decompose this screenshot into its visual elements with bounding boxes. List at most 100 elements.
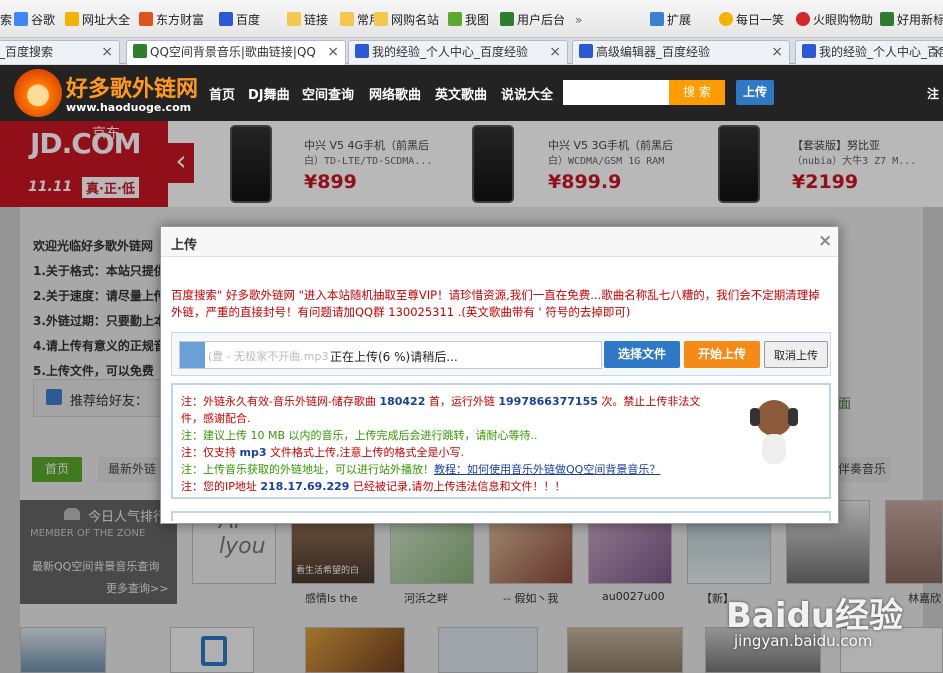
- nav-item[interactable]: 说说大全: [501, 84, 553, 103]
- tab-label: 我的经验_个人中心_百度经验: [372, 45, 529, 59]
- site-header: 好多歌外链网 www.haoduoge.com 搜 索 上传 注 首页 DJ舞曲空…: [0, 65, 943, 121]
- note-bold: mp3: [239, 446, 267, 459]
- bookmark-item[interactable]: 火眼购物助: [796, 10, 873, 30]
- baidu-watermark: Baidu经验 jingyan.baidu.com: [726, 588, 936, 668]
- upload-dialog: 上传 × 百度搜索" 好多歌外链网 "进入本站随机抽取至尊VIP！请珍惜资源,我…: [160, 226, 839, 524]
- baidu-paw-icon: [802, 44, 816, 58]
- notes-list: 注：外链永久有效-音乐外链网-储存歌曲 180422 首，运行外链 199786…: [181, 393, 700, 495]
- dialog-warning-text: 百度搜索" 好多歌外链网 "进入本站随机抽取至尊VIP！请珍惜资源,我们一直在免…: [171, 288, 820, 319]
- note-line: 注：上传音乐获取的外链地址，可以进行站外播放！教程：如何使用音乐外链做QQ空间背…: [181, 461, 700, 478]
- baidu-paw-icon: [133, 44, 147, 58]
- bookmark-item[interactable]: 网购名站: [374, 10, 439, 30]
- browser-tab[interactable]: 我的经验_个人中心_百度经验×: [795, 40, 943, 64]
- site-search-button[interactable]: 搜 索: [669, 80, 725, 105]
- browser-tab[interactable]: _百度搜索 ×: [0, 40, 120, 64]
- globe-icon: [65, 12, 79, 26]
- leaf-icon: [448, 12, 462, 26]
- note-text: 注：建议上传 10 MB 以内的音乐，上传完成后会进行跳转，请耐心等待..: [181, 429, 538, 442]
- tab-close-icon[interactable]: ×: [771, 41, 783, 63]
- note-text: 文件格式上传,注意上传的格式全是小写.: [266, 446, 464, 459]
- baidu-paw-icon: [219, 12, 233, 26]
- note-line: 注：外链永久有效-音乐外链网-储存歌曲 180422 首，运行外链 199786…: [181, 393, 700, 410]
- bookmark-item[interactable]: 我图: [448, 10, 489, 30]
- bookmark-label: 火眼购物助: [813, 13, 874, 27]
- note-bold: 180422: [379, 395, 426, 408]
- bookmark-item[interactable]: 用户后台: [500, 10, 565, 30]
- bookmark-label: 我图: [465, 13, 490, 27]
- grid-icon: [500, 12, 514, 26]
- note-text: 注：您的IP地址: [181, 480, 261, 493]
- tab-close-icon[interactable]: ×: [327, 41, 339, 63]
- baidu-paw-icon: [579, 44, 593, 58]
- bookmark-item[interactable]: 扩展: [650, 10, 691, 30]
- bookmark-item[interactable]: 网址大全: [65, 10, 130, 30]
- bookmark-label: 用户后台: [517, 13, 566, 27]
- site-upload-button[interactable]: 上传: [736, 80, 774, 105]
- note-text: 件，感谢配合.: [181, 412, 251, 425]
- note-line: 件，感谢配合.: [181, 410, 700, 427]
- bookmark-label: 每日一笑: [736, 13, 785, 27]
- monkey-mascot-icon: [750, 400, 798, 464]
- note-line: 注：仅支持 mp3 文件格式上传,注意上传的格式全是小写.: [181, 444, 700, 461]
- smile-icon: [719, 12, 733, 26]
- baidu-paw-icon: [355, 44, 369, 58]
- nav-item[interactable]: 英文歌曲: [435, 84, 487, 103]
- watermark-url: jingyan.baidu.com: [734, 632, 873, 650]
- folder-icon: [287, 12, 301, 26]
- note-text: 首，运行外链: [425, 395, 499, 408]
- upload-progress-fill: [180, 342, 206, 368]
- bookmark-item[interactable]: 每日一笑: [719, 10, 784, 30]
- upload-file-name: (豊 - 无极家不开曲.mp3: [208, 350, 329, 363]
- bookmark-label: 链接: [304, 13, 329, 27]
- bookmarks-more-button[interactable]: »: [575, 10, 582, 30]
- note-text: 注：外链永久有效-音乐外链网-储存歌曲: [181, 395, 380, 408]
- bookmark-item[interactable]: 百度: [219, 10, 260, 30]
- browser-tab[interactable]: QQ空间背景音乐|歌曲链接|QQ ×: [126, 40, 346, 65]
- bookmark-label: 网址大全: [82, 13, 131, 27]
- bookmarks-bar: 索 » 谷歌 网址大全 东方财富 百度 链接 常用 网购名站 我图 用户后台 扩展 每日一笑 火眼购物…: [0, 0, 943, 38]
- bookmark-fragment[interactable]: 索: [0, 10, 12, 30]
- watermark-brand: Baidu经验: [726, 596, 904, 636]
- bookmark-label: 好用新标: [897, 13, 943, 27]
- dialog-title: 上传: [171, 238, 198, 253]
- browser-tab[interactable]: 我的经验_个人中心_百度经验 ×: [348, 40, 568, 64]
- select-file-button[interactable]: 选择文件: [604, 341, 680, 368]
- site-logo-mascot-icon: [14, 69, 62, 117]
- nav-item[interactable]: DJ舞曲: [248, 84, 290, 103]
- tab-label: 高级编辑器_百度经验: [596, 45, 711, 59]
- site-logo-title[interactable]: 好多歌外链网: [66, 71, 198, 103]
- folder-icon: [340, 12, 354, 26]
- dialog-close-icon[interactable]: ×: [818, 231, 832, 251]
- note-text: 注：仅支持: [181, 446, 240, 459]
- bookmark-label: 百度: [236, 13, 261, 27]
- tab-label: _百度搜索: [0, 45, 54, 59]
- note-line: 注：您的IP地址 218.17.69.229 已经被记录,请勿上传违法信息和文件…: [181, 478, 700, 495]
- nav-item[interactable]: 网络歌曲: [369, 84, 421, 103]
- tab-close-icon[interactable]: ×: [101, 41, 113, 63]
- bookmark-label: 扩展: [667, 13, 692, 27]
- tab-close-icon[interactable]: ×: [549, 41, 561, 63]
- bookmark-item[interactable]: 链接: [287, 10, 328, 30]
- tutorial-link[interactable]: 教程：如何使用音乐外链做QQ空间背景音乐？: [434, 463, 660, 476]
- site-search-input[interactable]: [563, 80, 669, 105]
- upload-progress-field: (豊 - 无极家不开曲.mp3 正在上传(6 %)请稍后...: [179, 341, 602, 369]
- note-bold: 1997866377155: [498, 395, 598, 408]
- start-upload-button[interactable]: 开始上传: [684, 341, 760, 368]
- nav-item[interactable]: 空间查询: [302, 84, 354, 103]
- tab-close-icon[interactable]: ×: [931, 41, 943, 63]
- folder-icon: [374, 12, 388, 26]
- fire-icon: [796, 12, 810, 26]
- cancel-upload-button[interactable]: 取消上传: [764, 341, 828, 368]
- finance-icon: [139, 12, 153, 26]
- nav-item[interactable]: 首页: [209, 84, 235, 103]
- note-bold: 218.17.69.229: [260, 480, 350, 493]
- tab-strip: _百度搜索 × QQ空间背景音乐|歌曲链接|QQ × 我的经验_个人中心_百度经验 × 高级…: [0, 38, 943, 65]
- bookmark-item[interactable]: 谷歌: [14, 10, 55, 30]
- header-right-fragment[interactable]: 注: [927, 85, 939, 102]
- apps-icon: [650, 12, 664, 26]
- bookmark-item[interactable]: 好用新标: [880, 10, 943, 30]
- bookmark-item[interactable]: 东方财富: [139, 10, 204, 30]
- note-line: 注：建议上传 10 MB 以内的音乐，上传完成后会进行跳转，请耐心等待..: [181, 427, 700, 444]
- bookmark-label: 谷歌: [31, 13, 56, 27]
- browser-tab[interactable]: 高级编辑器_百度经验 ×: [572, 40, 790, 64]
